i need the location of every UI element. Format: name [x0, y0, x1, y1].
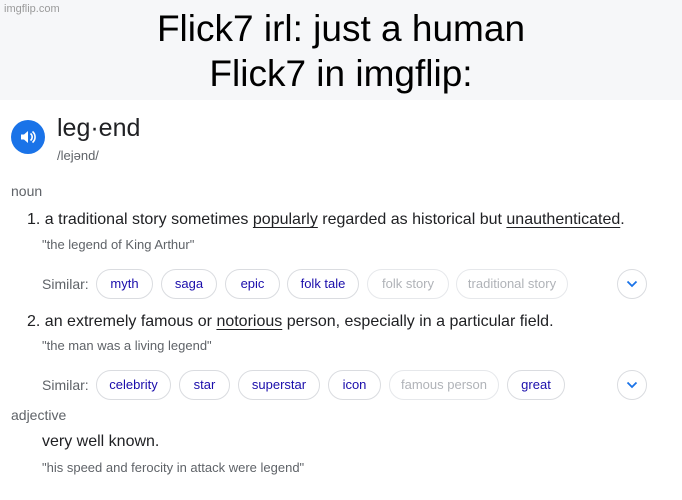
similar-chip-traditional-story[interactable]: traditional story [456, 269, 568, 299]
adjective-example: "his speed and ferocity in attack were l… [42, 460, 305, 475]
similar-chip-celebrity[interactable]: celebrity [96, 370, 171, 400]
definition-text: person, especially in a particular field… [286, 313, 554, 330]
speaker-icon [21, 130, 36, 144]
expand-similar-button[interactable] [617, 269, 647, 299]
definition-link-unauthenticated[interactable]: unauthenticated [506, 211, 620, 228]
definition-link-notorious[interactable]: notorious [216, 313, 282, 330]
caption-line-1: Flick7 irl: just a human [156, 8, 526, 49]
part-of-speech-noun: noun [11, 183, 43, 199]
similar-chip-folk-tale[interactable]: folk tale [287, 269, 359, 299]
similar-label: Similar: [42, 377, 89, 393]
adjective-definition: very well known. [42, 433, 160, 450]
meme-caption-area: imgflip.com Flick7 irl: just a human Fli… [0, 0, 682, 100]
expand-similar-button[interactable] [617, 370, 647, 400]
definition-text: . [620, 211, 625, 228]
pronounce-button[interactable] [11, 120, 45, 154]
definition-text: a traditional story sometimes [44, 211, 249, 228]
similar-chip-myth[interactable]: myth [96, 269, 153, 299]
similar-chip-star[interactable]: star [179, 370, 230, 400]
sense-number: 1. [27, 211, 41, 228]
definition-2: 2. an extremely famous or notorious pers… [27, 313, 554, 331]
similar-chip-saga[interactable]: saga [161, 269, 217, 299]
chevron-down-icon [626, 280, 638, 288]
definition-link-popularly[interactable]: popularly [253, 211, 318, 228]
similar-chip-folk-story[interactable]: folk story [367, 269, 449, 299]
similar-chip-great[interactable]: great [507, 370, 565, 400]
dictionary-card: leg·end /lejənd/ noun 1. a traditional s… [0, 100, 682, 500]
example-2: "the man was a living legend" [42, 338, 212, 353]
definition-text: regarded as historical but [322, 211, 502, 228]
sense-number: 2. [27, 313, 41, 330]
definition-text: an extremely famous or [44, 313, 212, 330]
similar-chip-icon[interactable]: icon [328, 370, 381, 400]
caption-line-2: Flick7 in imgflip: [209, 53, 473, 94]
phonetic: /lejənd/ [57, 148, 99, 163]
headword: leg·end [57, 114, 141, 142]
similar-chip-superstar[interactable]: superstar [238, 370, 320, 400]
similar-chip-famous-person[interactable]: famous person [389, 370, 499, 400]
part-of-speech-adjective: adjective [11, 407, 67, 423]
definition-1: 1. a traditional story sometimes popular… [27, 211, 625, 229]
similar-label: Similar: [42, 276, 89, 292]
chevron-down-icon [626, 381, 638, 389]
similar-chip-epic[interactable]: epic [225, 269, 280, 299]
example-1: "the legend of King Arthur" [42, 237, 195, 252]
